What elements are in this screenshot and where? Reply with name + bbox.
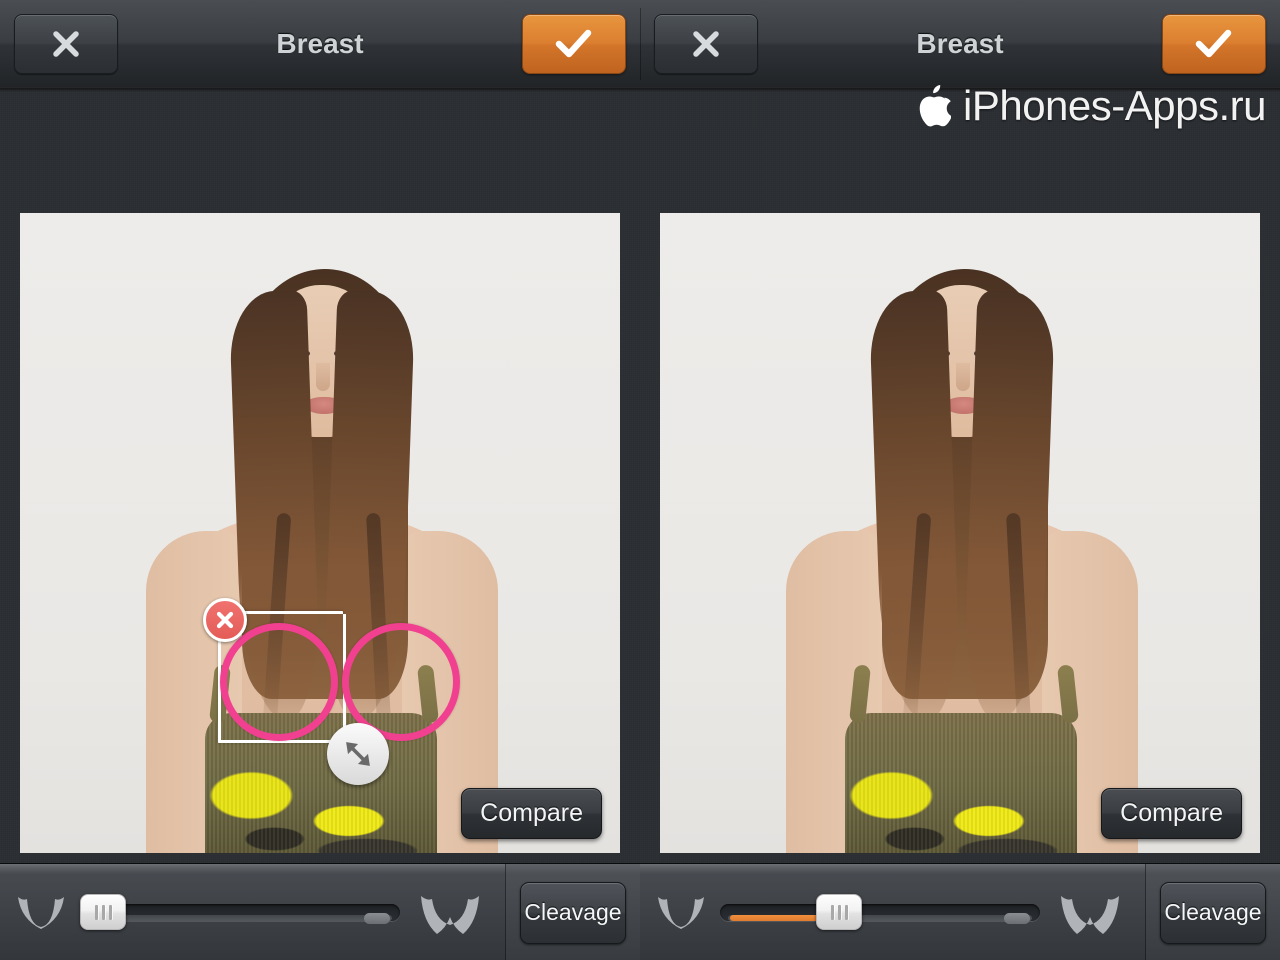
cleavage-button-right[interactable]: Cleavage: [1160, 881, 1266, 944]
compare-button-left[interactable]: Compare: [461, 788, 602, 839]
breast-edit-overlay[interactable]: [20, 213, 620, 853]
checkmark-icon: [1195, 29, 1232, 58]
cleavage-zone-left: Cleavage: [505, 864, 640, 960]
resize-handle[interactable]: [327, 723, 389, 785]
grip-line: [94, 904, 98, 920]
large-bra-icon: [421, 896, 479, 934]
cancel-button-left[interactable]: [14, 14, 118, 74]
portrait-photo-after: [660, 213, 1260, 853]
close-x-circle-icon: [216, 611, 234, 629]
small-bra-icon: [18, 897, 64, 929]
grip-line: [837, 904, 841, 920]
large-bra-icon: [1061, 896, 1119, 934]
photo-pane-left[interactable]: Compare: [20, 213, 620, 853]
slider-fill: [730, 915, 824, 921]
cleavage-zone-right: Cleavage: [1145, 864, 1280, 960]
photo-pane-right[interactable]: Compare: [660, 213, 1260, 853]
apple-logo-icon: [919, 85, 951, 127]
panel-header-right: Breast: [640, 0, 1280, 88]
close-x-icon: [693, 31, 719, 57]
diagonal-resize-arrow-icon: [346, 742, 370, 766]
watermark-text: iPhones-Apps.ru: [962, 82, 1267, 129]
bottom-toolbar: Cleavage Cleavage: [0, 863, 1280, 960]
slider-track[interactable]: [80, 904, 400, 924]
grip-line: [108, 904, 112, 920]
done-button-left[interactable]: [522, 14, 626, 74]
close-x-icon: [53, 31, 79, 57]
breast-size-slider-right[interactable]: [720, 894, 1040, 930]
top-toolbar: Breast Breast: [0, 0, 1280, 88]
small-bra-icon: [658, 897, 704, 929]
slider-thumb[interactable]: [816, 894, 862, 930]
breast-size-slider-left[interactable]: [80, 894, 400, 930]
portrait-photo-before: [20, 213, 620, 853]
grip-line: [101, 904, 105, 920]
slider-track-end-cap: [1004, 913, 1030, 924]
slider-track-inner: [88, 915, 392, 921]
checkmark-icon: [555, 29, 592, 58]
camo-tank-top: [845, 713, 1077, 853]
editor-stage: Compare Compare: [0, 88, 1280, 863]
panel-toolbar-left: Cleavage: [0, 864, 640, 960]
grip-line: [830, 904, 834, 920]
panel-toolbar-right: Cleavage: [640, 864, 1280, 960]
app-root: Breast Breast iPhones-Apps.ru Compare Co…: [0, 0, 1280, 960]
grip-line: [844, 904, 848, 920]
watermark: iPhones-Apps.ru: [917, 82, 1267, 130]
panel-header-left: Breast: [0, 0, 640, 88]
delete-overlay-button[interactable]: [203, 598, 247, 642]
cleavage-button-left[interactable]: Cleavage: [520, 881, 626, 944]
adjust-circle-left[interactable]: [220, 623, 338, 741]
compare-button-right[interactable]: Compare: [1101, 788, 1242, 839]
slider-thumb[interactable]: [80, 894, 126, 930]
done-button-right[interactable]: [1162, 14, 1266, 74]
cancel-button-right[interactable]: [654, 14, 758, 74]
slider-track-end-cap: [364, 913, 390, 924]
nose: [956, 363, 970, 391]
slider-track[interactable]: [720, 904, 1040, 924]
